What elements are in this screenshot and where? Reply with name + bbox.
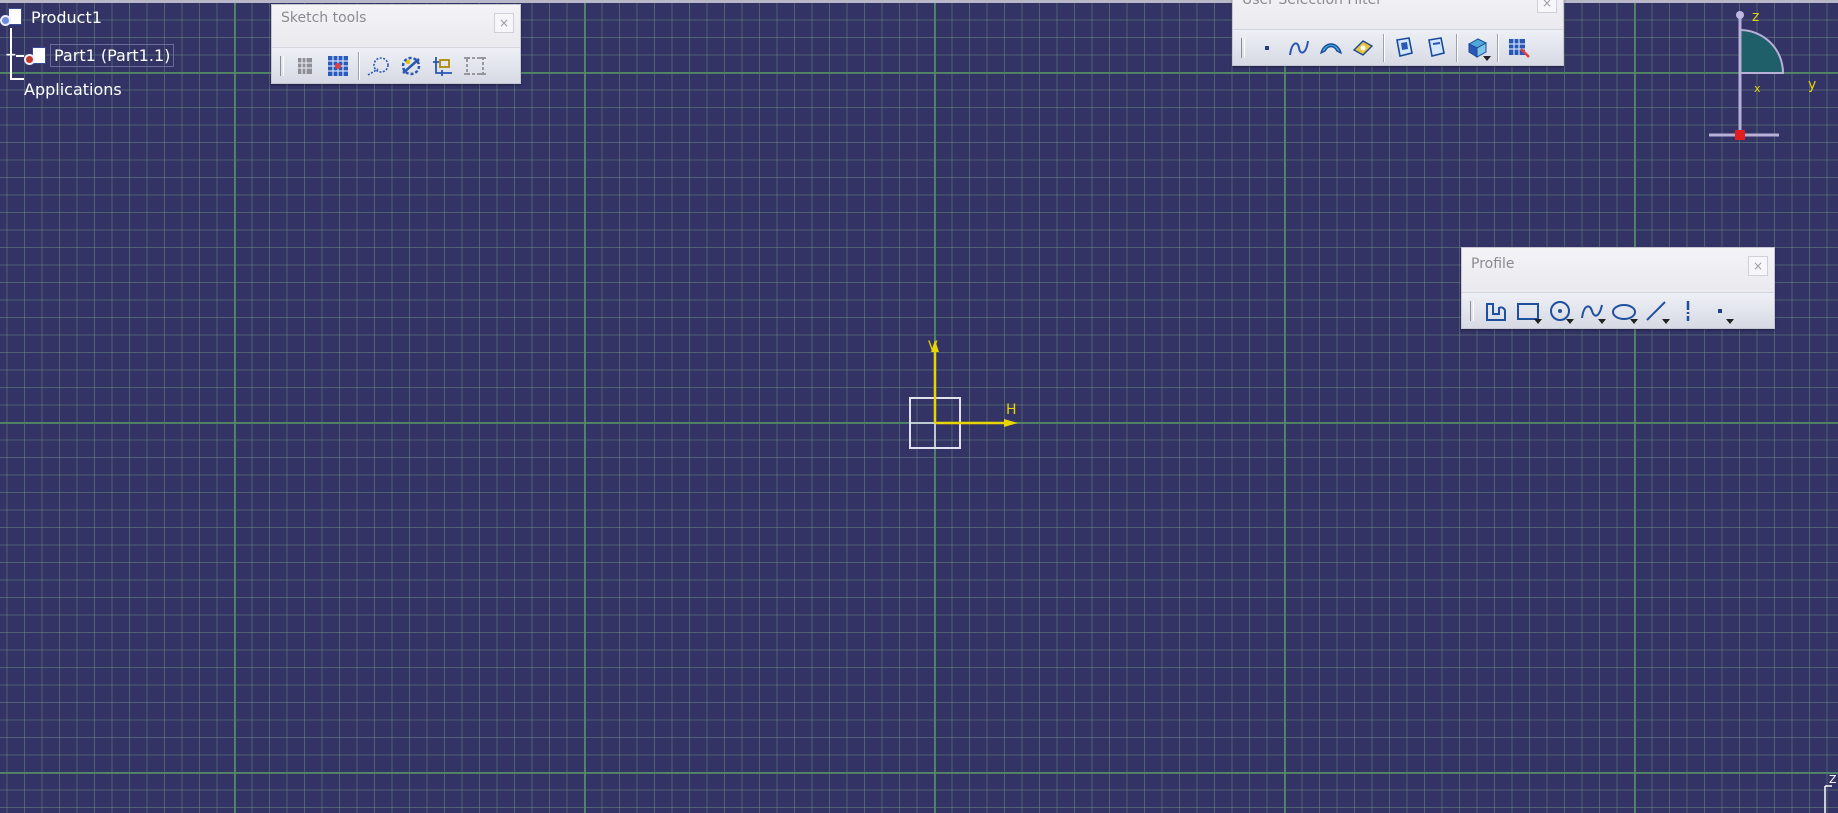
sketch-axis-system[interactable]: V H	[900, 330, 1030, 460]
v-axis-label: V	[928, 339, 938, 355]
toolbar-separator	[1497, 33, 1498, 62]
tree-label-product: Product1	[31, 7, 102, 27]
toolbar-title: Sketch tools	[281, 10, 367, 26]
feature-element-filter-icon[interactable]	[1388, 33, 1420, 63]
tree-connector-line	[16, 55, 24, 57]
curve-filter-icon[interactable]	[1283, 33, 1315, 63]
line-icon[interactable]	[1640, 296, 1672, 326]
close-icon[interactable]: ×	[1748, 256, 1768, 276]
tree-node-part[interactable]: Part1 (Part1.1)	[24, 44, 175, 67]
toolbar-separator	[358, 51, 359, 80]
compass-y-label: y	[1808, 77, 1816, 93]
quick-select-icon[interactable]	[1502, 33, 1534, 63]
point-filter-icon[interactable]	[1251, 33, 1283, 63]
toolbar-title: User Selection Filter	[1242, 0, 1382, 8]
toolbar-title: Profile	[1471, 256, 1515, 272]
dimensional-constraints-icon[interactable]	[427, 51, 459, 81]
compass-widget[interactable]: z y x	[1700, 5, 1838, 145]
corner-z-label: Z	[1829, 773, 1837, 786]
compass-quarter-disc	[1739, 28, 1785, 74]
tree-label-part: Part1 (Part1.1)	[50, 44, 175, 67]
profile-icon[interactable]	[1480, 296, 1512, 326]
geometrical-constraints-icon[interactable]	[395, 51, 427, 81]
circle-icon[interactable]	[1544, 296, 1576, 326]
compass-z-label: z	[1752, 9, 1759, 25]
intersection-edges-icon[interactable]	[1461, 33, 1493, 63]
compass-x-label: x	[1754, 82, 1761, 95]
tree-node-applications[interactable]: Applications	[24, 80, 122, 99]
profile-toolbar[interactable]: Profile ×	[1461, 247, 1775, 329]
product-icon	[0, 6, 22, 28]
point-icon[interactable]	[1704, 296, 1736, 326]
close-icon[interactable]: ×	[1537, 0, 1557, 13]
rectangle-icon[interactable]	[1512, 296, 1544, 326]
grid-snap-icon[interactable]	[290, 51, 322, 81]
close-icon[interactable]: ×	[494, 13, 514, 33]
compass-top-handle[interactable]	[1736, 11, 1744, 19]
ellipse-icon[interactable]	[1608, 296, 1640, 326]
toolbar-icon-row	[272, 47, 520, 83]
tree-label-applications: Applications	[24, 80, 122, 99]
h-axis-arrow	[1004, 419, 1018, 427]
snap-to-point-icon[interactable]	[322, 51, 354, 81]
expand-icon[interactable]: +	[5, 48, 17, 62]
user-selection-filter-toolbar[interactable]: User Selection Filter ×	[1232, 0, 1564, 66]
toolbar-separator	[1456, 33, 1457, 62]
tree-node-product[interactable]: Product1	[0, 6, 102, 28]
surface-filter-icon[interactable]	[1315, 33, 1347, 63]
sketch-tools-toolbar[interactable]: Sketch tools ×	[271, 4, 521, 84]
toolbar-grip[interactable]	[1470, 300, 1474, 321]
toolbar-grip[interactable]	[280, 55, 284, 76]
spline-icon[interactable]	[1576, 296, 1608, 326]
toolbar-icon-row	[1462, 292, 1774, 328]
geometrical-element-filter-icon[interactable]	[1420, 33, 1452, 63]
toolbar-icon-row	[1233, 29, 1563, 65]
part-icon	[24, 45, 46, 67]
volume-filter-icon[interactable]	[1347, 33, 1379, 63]
axis-icon[interactable]	[1672, 296, 1704, 326]
auto-constraint-icon[interactable]	[459, 51, 491, 81]
toolbar-grip[interactable]	[1241, 37, 1245, 58]
toolbar-separator	[1383, 33, 1384, 62]
h-axis-label: H	[1006, 402, 1017, 418]
compass-manipulation-handle[interactable]	[1735, 130, 1745, 140]
corner-axis-indicator: Z	[1824, 773, 1837, 813]
construction-element-icon[interactable]	[363, 51, 395, 81]
tree-connector-line	[10, 78, 24, 80]
